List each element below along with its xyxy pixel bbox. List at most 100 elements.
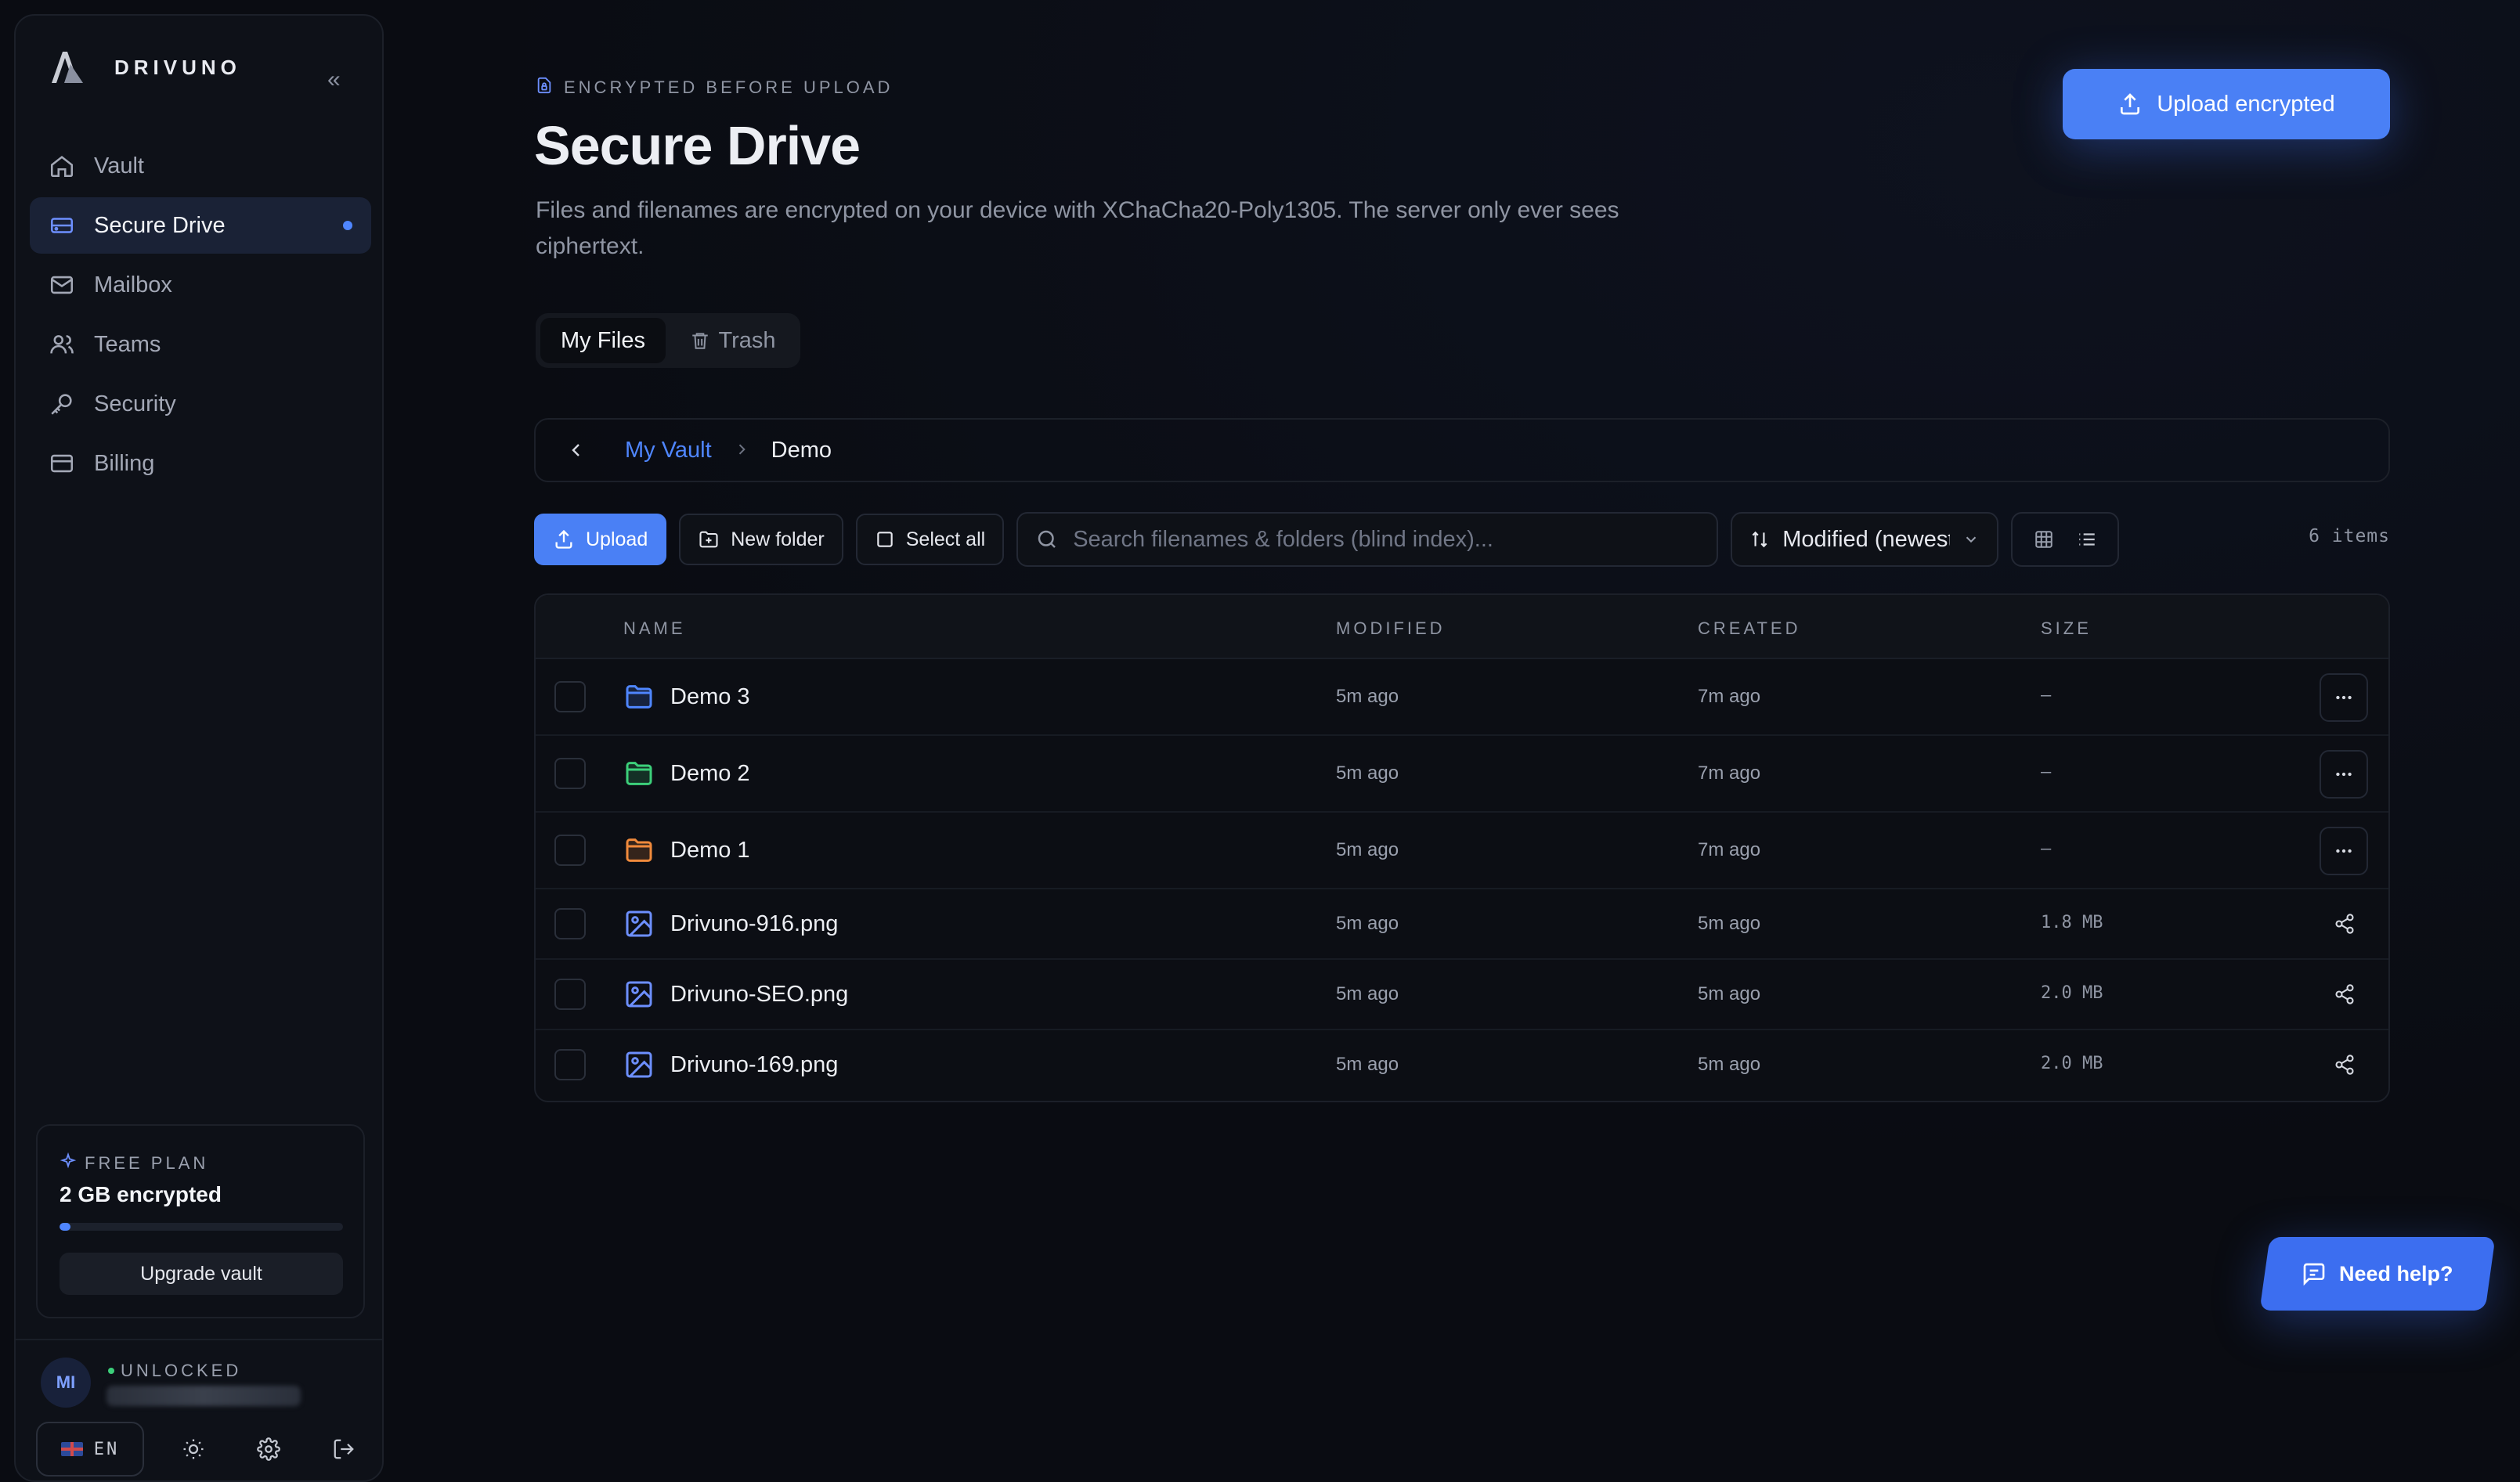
more-options-icon[interactable] (2320, 750, 2368, 799)
created-cell: 5m ago (1698, 913, 1761, 934)
key-icon (47, 389, 77, 419)
modified-cell: 5m ago (1336, 913, 1399, 934)
column-header-modified[interactable]: MODIFIED (1336, 618, 1446, 639)
plan-storage: 2 GB encrypted (60, 1182, 222, 1206)
table-row[interactable]: Demo 1 5m ago 7m ago — (536, 813, 2388, 889)
sparkle-icon (60, 1152, 77, 1174)
brand[interactable]: DRIVUNO (47, 47, 241, 88)
upload-encrypted-button[interactable]: Upload encrypted (2063, 69, 2390, 139)
grid-view-icon[interactable] (2027, 523, 2060, 556)
tab-trash[interactable]: Trash (670, 318, 796, 363)
view-tabs: My Files Trash (536, 313, 800, 368)
column-header-size[interactable]: SIZE (2041, 618, 2092, 639)
file-name: Drivuno-916.png (670, 911, 839, 936)
new-folder-button[interactable]: New folder (679, 514, 843, 565)
table-row[interactable]: Drivuno-SEO.png 5m ago 5m ago 2.0 MB (536, 960, 2388, 1030)
share-icon[interactable] (2329, 1049, 2360, 1080)
table-row[interactable]: Demo 3 5m ago 7m ago — (536, 659, 2388, 736)
upload-icon (2121, 93, 2140, 115)
more-options-icon[interactable] (2320, 827, 2368, 875)
search-input[interactable] (1073, 526, 1700, 553)
size-cell: — (2041, 763, 2052, 782)
file-table: NAME MODIFIED CREATED SIZE Demo 3 5m ago… (534, 593, 2390, 1102)
trash-icon (692, 333, 709, 349)
folder-plus-icon (699, 531, 718, 548)
storage-progress-fill (60, 1223, 71, 1231)
language-button[interactable]: EN (36, 1422, 144, 1477)
sidebar-item-teams[interactable]: Teams (30, 316, 371, 373)
row-checkbox[interactable] (554, 979, 586, 1010)
sidebar-item-label: Teams (94, 331, 161, 357)
row-checkbox[interactable] (554, 835, 586, 866)
app-root: DRIVUNO « Vault Secure Drive Mailbox Tea… (0, 0, 2520, 1482)
file-name: Demo 2 (670, 761, 750, 786)
table-row[interactable]: Demo 2 5m ago 7m ago — (536, 736, 2388, 813)
tab-my-files[interactable]: My Files (540, 318, 666, 363)
share-icon[interactable] (2329, 908, 2360, 939)
file-name: Drivuno-SEO.png (670, 982, 849, 1007)
settings-gear-icon[interactable] (251, 1431, 287, 1467)
size-cell: — (2041, 686, 2052, 705)
breadcrumb-parent[interactable]: My Vault (625, 438, 712, 463)
created-cell: 7m ago (1698, 763, 1761, 784)
row-checkbox[interactable] (554, 908, 586, 939)
row-checkbox[interactable] (554, 758, 586, 789)
sidebar-item-billing[interactable]: Billing (30, 435, 371, 492)
divider (16, 1339, 382, 1340)
sidebar-item-security[interactable]: Security (30, 376, 371, 432)
sidebar-item-label: Secure Drive (94, 212, 226, 238)
users-icon (47, 330, 77, 359)
view-toggle (2011, 512, 2120, 567)
created-cell: 7m ago (1698, 839, 1761, 860)
plan-tag: FREE PLAN (60, 1152, 208, 1174)
modified-cell: 5m ago (1336, 839, 1399, 860)
sidebar-item-secure-drive[interactable]: Secure Drive (30, 197, 371, 254)
created-cell: 5m ago (1698, 983, 1761, 1004)
sidebar-item-label: Billing (94, 450, 155, 476)
home-icon (47, 151, 77, 181)
user-email-redacted (107, 1386, 301, 1406)
sidebar-item-label: Security (94, 391, 176, 416)
storage-progress (60, 1223, 343, 1231)
file-name: Drivuno-169.png (670, 1052, 839, 1077)
modified-cell: 5m ago (1336, 983, 1399, 1004)
column-header-created[interactable]: CREATED (1698, 618, 1801, 639)
share-icon[interactable] (2329, 979, 2360, 1010)
size-cell: — (2041, 839, 2052, 859)
sort-select[interactable]: Modified (newest) (1731, 512, 1999, 567)
help-button[interactable]: Need help? (2259, 1237, 2496, 1311)
page-subtitle: Files and filenames are encrypted on you… (536, 197, 1619, 259)
sidebar-item-vault[interactable]: Vault (30, 138, 371, 194)
image-icon (626, 981, 652, 1008)
logout-icon[interactable] (326, 1431, 362, 1467)
column-header-name[interactable]: NAME (623, 618, 686, 639)
row-checkbox[interactable] (554, 1049, 586, 1080)
size-cell: 2.0 MB (2041, 1054, 2103, 1073)
collapse-sidebar-icon[interactable]: « (327, 68, 349, 92)
lock-file-icon (536, 77, 553, 99)
drive-icon (47, 211, 77, 240)
toolbar: Upload New folder Select all Modified (n… (534, 512, 2120, 567)
chat-icon (2303, 1263, 2325, 1286)
image-icon (626, 1051, 652, 1078)
select-all-button[interactable]: Select all (855, 514, 1005, 565)
mail-icon (47, 270, 77, 300)
vault-status: UNLOCKED (108, 1361, 241, 1381)
search-field[interactable] (1016, 512, 1719, 567)
modified-cell: 5m ago (1336, 686, 1399, 707)
sidebar-item-mailbox[interactable]: Mailbox (30, 257, 371, 313)
upgrade-button[interactable]: Upgrade vault (60, 1253, 343, 1295)
avatar[interactable]: MI (41, 1358, 91, 1408)
list-view-icon[interactable] (2071, 523, 2103, 556)
sidebar-nav: Vault Secure Drive Mailbox Teams Securit… (30, 138, 371, 495)
table-row[interactable]: Drivuno-169.png 5m ago 5m ago 2.0 MB (536, 1030, 2388, 1101)
back-chevron-icon[interactable] (561, 435, 592, 466)
table-row[interactable]: Drivuno-916.png 5m ago 5m ago 1.8 MB (536, 889, 2388, 960)
row-checkbox[interactable] (554, 681, 586, 712)
upload-button[interactable]: Upload (534, 514, 667, 565)
more-options-icon[interactable] (2320, 673, 2368, 722)
chevron-down-icon (1966, 536, 1977, 543)
page-title: Secure Drive (534, 115, 861, 176)
checkbox-icon (876, 532, 893, 547)
theme-toggle-icon[interactable] (175, 1431, 211, 1467)
